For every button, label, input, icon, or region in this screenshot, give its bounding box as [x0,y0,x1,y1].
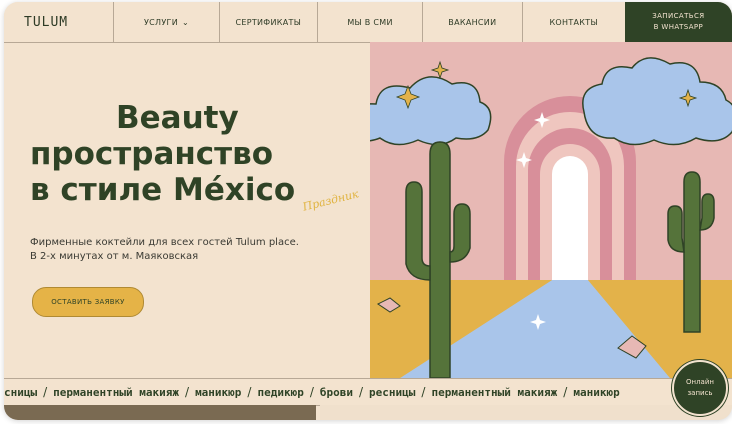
nav-services-label: УСЛУГИ [143,17,178,27]
hero-title-line2: пространство [30,136,274,172]
separator: / [309,385,314,399]
hero-title: Beauty пространство в стиле México [30,100,370,208]
cta-line2: В WHATSAPP [653,23,704,31]
marquee-item: маникюр [573,385,620,399]
hero-title-line1: Beauty [116,100,239,136]
nav-media[interactable]: МЫ В СМИ [316,2,422,42]
nav-vacancies[interactable]: ВАКАНСИИ [422,2,521,42]
online-line1: Онлайн [686,378,714,386]
whatsapp-signup-button[interactable]: ЗАПИСАТЬСЯ В WHATSAPP [624,2,732,42]
next-section-photo [4,405,316,420]
marquee-item: маникюр [195,385,242,399]
nav-contacts[interactable]: КОНТАКТЫ [521,2,625,42]
nav-services[interactable]: УСЛУГИ ⌄ [113,2,218,42]
marquee-item: перманентный макияж [431,385,558,399]
separator: / [43,385,48,399]
separator: / [563,385,568,399]
cta-line1: ЗАПИСАТЬСЯ [652,12,705,20]
services-marquee: сницы / перманентный макияж / маникюр / … [4,378,732,406]
mexico-illustration [370,42,732,378]
marquee-item: сницы [4,385,38,399]
top-nav: TULUM УСЛУГИ ⌄ СЕРТИФИКАТЫ МЫ В СМИ ВАКА… [4,2,732,43]
nav-certificates[interactable]: СЕРТИФИКАТЫ [218,2,317,42]
chevron-down-icon: ⌄ [181,17,189,27]
separator: / [359,385,364,399]
cloud-icon [370,76,492,146]
logo[interactable]: TULUM [4,2,113,42]
hero-subtitle-line2: В 2-х минутах от м. Маяковская [30,251,199,262]
hero-subtitle-line1: Фирменные коктейли для всех гостей Tulum… [30,237,299,248]
next-section-panel [320,405,732,420]
marquee-item: перманентный макияж [53,385,180,399]
online-line2: запись [687,389,713,397]
separator: / [421,385,426,399]
separator: / [185,385,190,399]
separator: / [247,385,252,399]
leave-request-button[interactable]: ОСТАВИТЬ ЗАЯВКУ [32,287,144,317]
marquee-item: педикюр [257,385,304,399]
marquee-item: ресницы [369,385,416,399]
hero-subtitle: Фирменные коктейли для всех гостей Tulum… [30,236,350,264]
page-frame: TULUM УСЛУГИ ⌄ СЕРТИФИКАТЫ МЫ В СМИ ВАКА… [4,2,732,420]
online-booking-button[interactable]: Онлайн запись [672,360,728,416]
marquee-item: брови [319,385,353,399]
